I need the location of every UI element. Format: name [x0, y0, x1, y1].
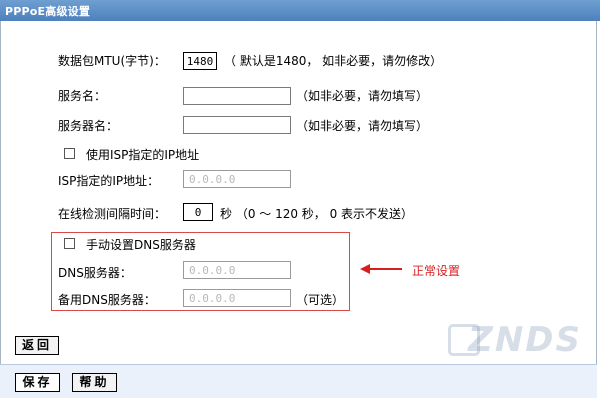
use-isp-ip-label: 使用ISP指定的IP地址	[86, 148, 200, 162]
detect-interval-note: 秒 （0 ～ 120 秒， 0 表示不发送）	[220, 207, 414, 221]
dns-secondary-label: 备用DNS服务器：	[58, 293, 156, 307]
arrow-left-icon	[360, 264, 402, 274]
server-name-note: （如非必要，请勿填写）	[296, 119, 429, 133]
annotation-text: 正常设置	[412, 264, 461, 278]
service-name-note: （如非必要，请勿填写）	[296, 89, 429, 103]
help-button[interactable]: 帮助	[72, 373, 117, 392]
service-name-label: 服务名：	[58, 89, 107, 103]
server-name-input[interactable]	[183, 116, 291, 134]
service-name-input[interactable]	[183, 87, 291, 105]
dns-secondary-input[interactable]	[183, 289, 291, 307]
dns-secondary-note: （可选）	[296, 293, 345, 307]
isp-ip-label: ISP指定的IP地址：	[58, 174, 160, 188]
server-name-label: 服务器名：	[58, 119, 119, 133]
watermark-text: ZNDS	[468, 320, 582, 360]
dns-primary-label: DNS服务器：	[58, 266, 132, 280]
isp-ip-input[interactable]	[183, 170, 291, 188]
manual-dns-checkbox[interactable]	[64, 238, 75, 249]
manual-dns-label: 手动设置DNS服务器	[86, 238, 196, 252]
mtu-label: 数据包MTU(字节)：	[58, 54, 166, 68]
window-title: PPPoE高级设置	[5, 5, 91, 18]
save-button[interactable]: 保存	[15, 373, 60, 392]
mtu-input[interactable]	[183, 52, 217, 70]
detect-interval-label: 在线检测间隔时间：	[58, 207, 167, 221]
use-isp-ip-checkbox[interactable]	[64, 148, 75, 159]
detect-interval-input[interactable]	[183, 203, 213, 221]
title-bar: PPPoE高级设置	[0, 0, 600, 21]
back-button[interactable]: 返回	[15, 336, 59, 355]
dns-primary-input[interactable]	[183, 261, 291, 279]
mtu-note: （ 默认是1480， 如非必要，请勿修改）	[224, 54, 443, 68]
